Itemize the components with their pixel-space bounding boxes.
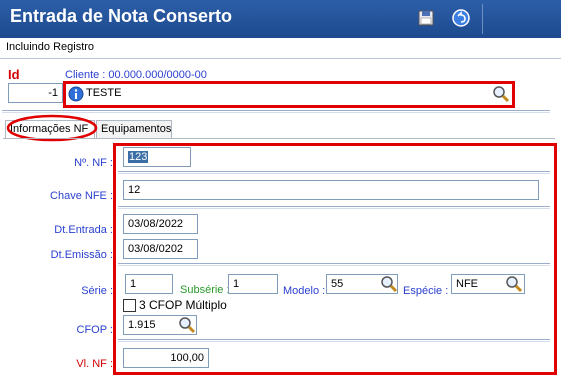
id-field[interactable]: -1	[8, 83, 63, 103]
divider	[118, 339, 550, 342]
dt-entrada-field[interactable]: 03/08/2022	[123, 214, 198, 234]
vl-nf-field[interactable]: 100,00	[123, 348, 209, 368]
especie-label: Espécie :	[403, 285, 449, 297]
serie-label: Série :	[81, 285, 113, 297]
tab-equipamentos[interactable]: Equipamentos	[96, 120, 172, 138]
serie-field[interactable]: 1	[125, 274, 173, 294]
subserie-field[interactable]: 1	[228, 274, 278, 294]
floppy-disk-icon	[418, 10, 434, 26]
nf-value: 123	[128, 151, 149, 163]
dt-entrada-label: Dt.Entrada :	[54, 224, 113, 236]
dt-emissao-field[interactable]: 03/08/0202	[123, 239, 198, 259]
id-label: Id	[8, 67, 20, 82]
especie-search-icon[interactable]	[505, 275, 523, 293]
chave-nfe-field[interactable]: 12	[123, 180, 539, 200]
cfop-multiplo-label: 3 CFOP Múltiplo	[139, 298, 227, 312]
cfop-search-icon[interactable]	[178, 316, 196, 334]
window-title: Entrada de Nota Conserto	[10, 6, 233, 26]
back-button[interactable]	[450, 7, 472, 29]
mode-label: Incluindo Registro	[6, 41, 95, 53]
modelo-search-icon[interactable]	[380, 275, 398, 293]
undo-arrow-icon	[452, 9, 470, 27]
nf-field[interactable]: 123	[123, 147, 191, 167]
vl-nf-label: Vl. NF :	[76, 358, 113, 370]
modelo-label: Modelo :	[283, 285, 326, 297]
save-button[interactable]	[415, 7, 437, 29]
chave-nfe-label: Chave NFE :	[50, 190, 113, 202]
dt-emissao-label: Dt.Emissão :	[50, 249, 113, 261]
divider	[118, 206, 550, 209]
divider	[0, 58, 561, 59]
divider	[118, 263, 550, 266]
tab-border	[3, 138, 555, 139]
cliente-highlight	[63, 81, 515, 108]
cfop-label: CFOP :	[76, 324, 113, 336]
cliente-label: Cliente : 00.000.000/0000-00	[65, 69, 207, 81]
subserie-label: Subsérie :	[180, 284, 230, 296]
cfop-multiplo-checkbox[interactable]	[123, 299, 136, 312]
divider	[118, 171, 550, 174]
toolbar-separator	[482, 4, 483, 34]
nf-label: Nº. NF :	[74, 157, 113, 169]
